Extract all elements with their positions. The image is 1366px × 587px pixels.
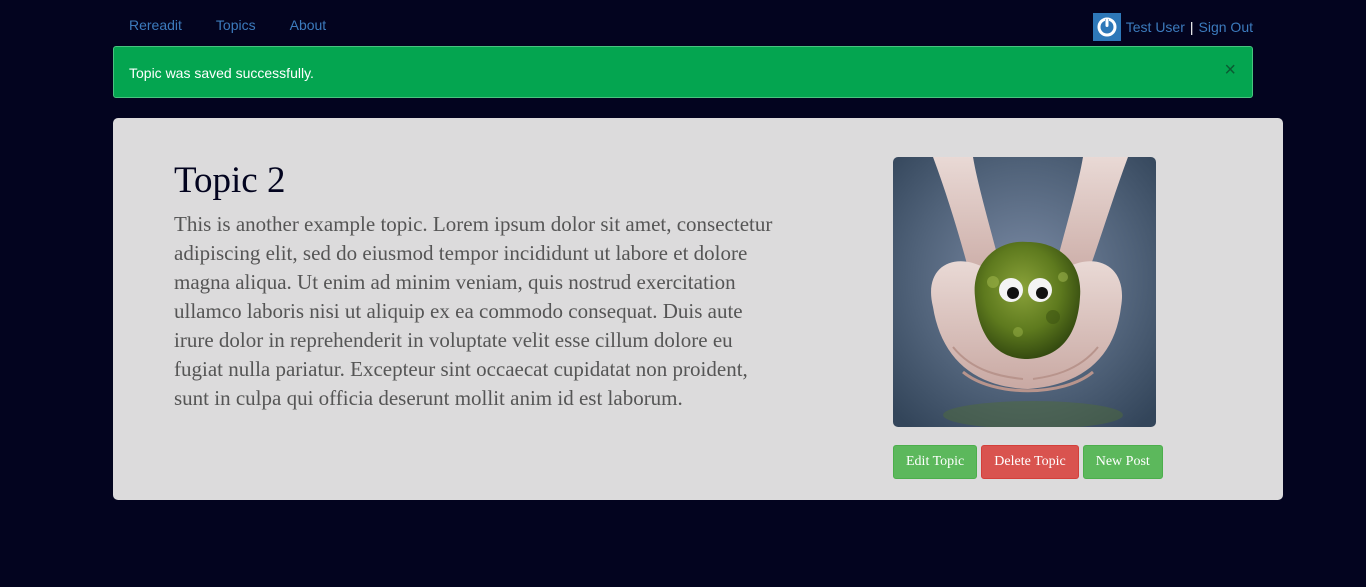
new-post-button[interactable]: New Post bbox=[1082, 445, 1163, 479]
close-icon[interactable]: × bbox=[1224, 60, 1236, 80]
top-navbar: Rereadit Topics About Test User | Sign O… bbox=[113, 0, 1253, 46]
topic-image bbox=[893, 157, 1156, 427]
brand-link[interactable]: Rereadit bbox=[129, 17, 182, 33]
alert-message: Topic was saved successfully. bbox=[129, 65, 314, 81]
topic-panel: Topic 2 This is another example topic. L… bbox=[113, 118, 1283, 500]
nav-separator: | bbox=[1189, 19, 1194, 35]
nav-about-link[interactable]: About bbox=[290, 17, 327, 33]
topic-description: This is another example topic. Lorem ips… bbox=[174, 212, 773, 410]
success-alert: Topic was saved successfully. × bbox=[113, 46, 1253, 98]
nav-links: Rereadit Topics About bbox=[129, 17, 360, 33]
edit-topic-button[interactable]: Edit Topic bbox=[893, 445, 978, 479]
nav-topics-link[interactable]: Topics bbox=[216, 17, 256, 33]
user-area: Test User | Sign Out bbox=[1092, 13, 1253, 41]
avatar[interactable] bbox=[1092, 13, 1121, 41]
delete-topic-button[interactable]: Delete Topic bbox=[981, 445, 1079, 479]
power-icon bbox=[1097, 17, 1117, 37]
user-name-link[interactable]: Test User bbox=[1126, 19, 1185, 35]
sign-out-link[interactable]: Sign Out bbox=[1199, 19, 1253, 35]
topic-title: Topic 2 bbox=[174, 160, 286, 201]
moss-ball-photo bbox=[893, 157, 1156, 427]
topic-actions: Edit Topic Delete Topic New Post bbox=[893, 445, 1167, 479]
